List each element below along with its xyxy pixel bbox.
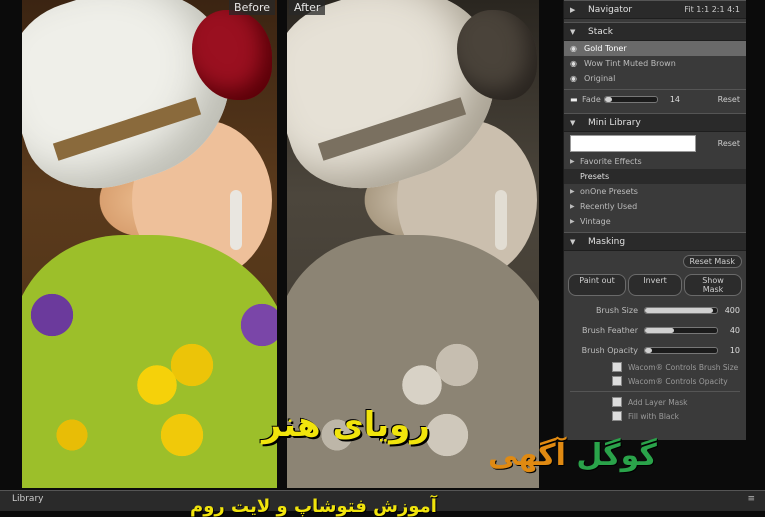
brush-size-label: Brush Size [595,305,638,315]
wacom-size-checkbox[interactable]: Wacom® Controls Brush Size [564,360,746,374]
collapse-arrow-icon[interactable]: ▼ [570,238,588,246]
expand-arrow-icon[interactable]: ▶ [570,6,588,14]
stack-item[interactable]: ◉ Gold Toner [564,41,746,56]
fill-black-checkbox[interactable]: Fill with Black [564,409,746,423]
brush-opacity-row: Brush Opacity 10 [564,340,746,360]
eye-icon[interactable]: ◉ [570,59,584,68]
library-item-label: onOne Presets [580,187,638,196]
reset-mask-button[interactable]: Reset Mask [682,255,742,268]
library-item[interactable]: ▶ Vintage [564,214,746,229]
stack-item-label: Original [584,74,616,83]
stack-item-label: Wow Tint Muted Brown [584,59,676,68]
checkbox-box[interactable] [612,362,622,372]
grip-icon[interactable]: ≡ [747,494,755,504]
brush-size-slider[interactable] [644,306,718,314]
brush-opacity-slider[interactable] [644,346,718,354]
eye-icon[interactable]: ◉ [570,44,584,53]
brush-opacity-value: 10 [729,345,740,355]
library-item[interactable]: ▶ Recently Used [564,199,746,214]
expand-arrow-icon[interactable]: ▶ [570,218,580,225]
collapse-arrow-icon[interactable]: ▼ [570,119,588,127]
earring [230,190,242,250]
stack-title: Stack [588,26,613,37]
stack-item[interactable]: ◉ Wow Tint Muted Brown [564,56,746,71]
before-image-pane: Before [22,0,277,488]
side-panel: ▶ Navigator Fit 1:1 2:1 4:1 ▼ Stack ◉ Go… [563,0,746,440]
library-item-selected[interactable]: Presets [564,169,746,184]
fade-label: Fade [582,95,601,104]
navigator-title: Navigator [588,4,633,15]
brush-feather-slider[interactable] [644,326,718,334]
after-label: After [289,0,326,15]
watermark-title: رویای هنر [262,405,430,445]
zoom-options[interactable]: Fit 1:1 2:1 4:1 [684,5,740,14]
library-item[interactable]: ▶ Favorite Effects [564,154,746,169]
before-photo [22,0,277,488]
checkbox-box[interactable] [612,397,622,407]
bouquet [22,235,277,488]
library-search-row: Reset [564,132,746,154]
library-reset-button[interactable]: Reset [718,139,740,148]
checkbox-label: Wacom® Controls Opacity [628,376,728,386]
expand-arrow-icon[interactable]: ▶ [570,203,580,210]
fade-slider[interactable] [604,96,658,103]
fade-reset-button[interactable]: Reset [718,95,740,104]
watermark-bottom: آموزش فتوشاپ و لایت روم [190,496,437,517]
slider-fill [645,307,714,313]
invert-button[interactable]: Invert [628,274,682,296]
library-item-label: Presets [580,172,610,181]
add-layer-mask-checkbox[interactable]: Add Layer Mask [564,395,746,409]
navigator-header[interactable]: ▶ Navigator Fit 1:1 2:1 4:1 [564,0,746,19]
slider-fill [645,327,674,333]
eye-icon[interactable]: ◉ [570,74,584,83]
brush-feather-row: Brush Feather 40 [564,320,746,340]
expand-arrow-icon[interactable]: ▶ [570,188,580,195]
checkbox-label: Wacom® Controls Brush Size [628,362,739,372]
brush-opacity-label: Brush Opacity [581,345,638,355]
fade-row: ▬ Fade 14 Reset [564,89,746,109]
minus-icon[interactable]: ▬ [570,95,582,104]
mask-buttons-row: Paint out Invert Show Mask [564,270,746,300]
slider-fill [645,347,653,353]
reset-mask-row: Reset Mask [564,251,746,270]
watermark-brand-b: آگهی [488,438,566,473]
checkbox-box[interactable] [612,411,622,421]
masking-header[interactable]: ▼ Masking [564,232,746,251]
masking-title: Masking [588,236,626,247]
expand-arrow-icon[interactable]: ▶ [570,158,580,165]
stack-item[interactable]: ◉ Original [564,71,746,86]
fade-value: 14 [669,95,680,104]
collapse-arrow-icon[interactable]: ▼ [570,28,588,36]
checkbox-label: Fill with Black [628,411,679,421]
divider [570,391,740,392]
brush-size-value: 400 [724,305,740,315]
stack-item-label: Gold Toner [584,44,627,53]
paint-out-button[interactable]: Paint out [568,274,626,296]
brush-feather-label: Brush Feather [581,325,638,335]
brush-feather-value: 40 [729,325,740,335]
show-mask-button[interactable]: Show Mask [684,274,742,296]
mini-library-title: Mini Library [588,117,641,128]
before-label: Before [229,0,275,15]
library-item-label: Recently Used [580,202,638,211]
library-item-label: Vintage [580,217,611,226]
wacom-opacity-checkbox[interactable]: Wacom® Controls Opacity [564,374,746,388]
checkbox-box[interactable] [612,376,622,386]
watermark-brand: گوگل آگهی [488,438,657,473]
library-item-label: Favorite Effects [580,157,642,166]
checkbox-label: Add Layer Mask [628,397,688,407]
brush-size-row: Brush Size 400 [564,300,746,320]
watermark-brand-a: گوگل [576,438,657,473]
library-search-input[interactable] [570,134,696,152]
library-item[interactable]: ▶ onOne Presets [564,184,746,199]
fade-slider-fill [605,97,613,102]
mini-library-header[interactable]: ▼ Mini Library [564,113,746,132]
earring [495,190,507,250]
stack-header[interactable]: ▼ Stack [564,22,746,41]
library-bar-title: Library [12,494,44,504]
